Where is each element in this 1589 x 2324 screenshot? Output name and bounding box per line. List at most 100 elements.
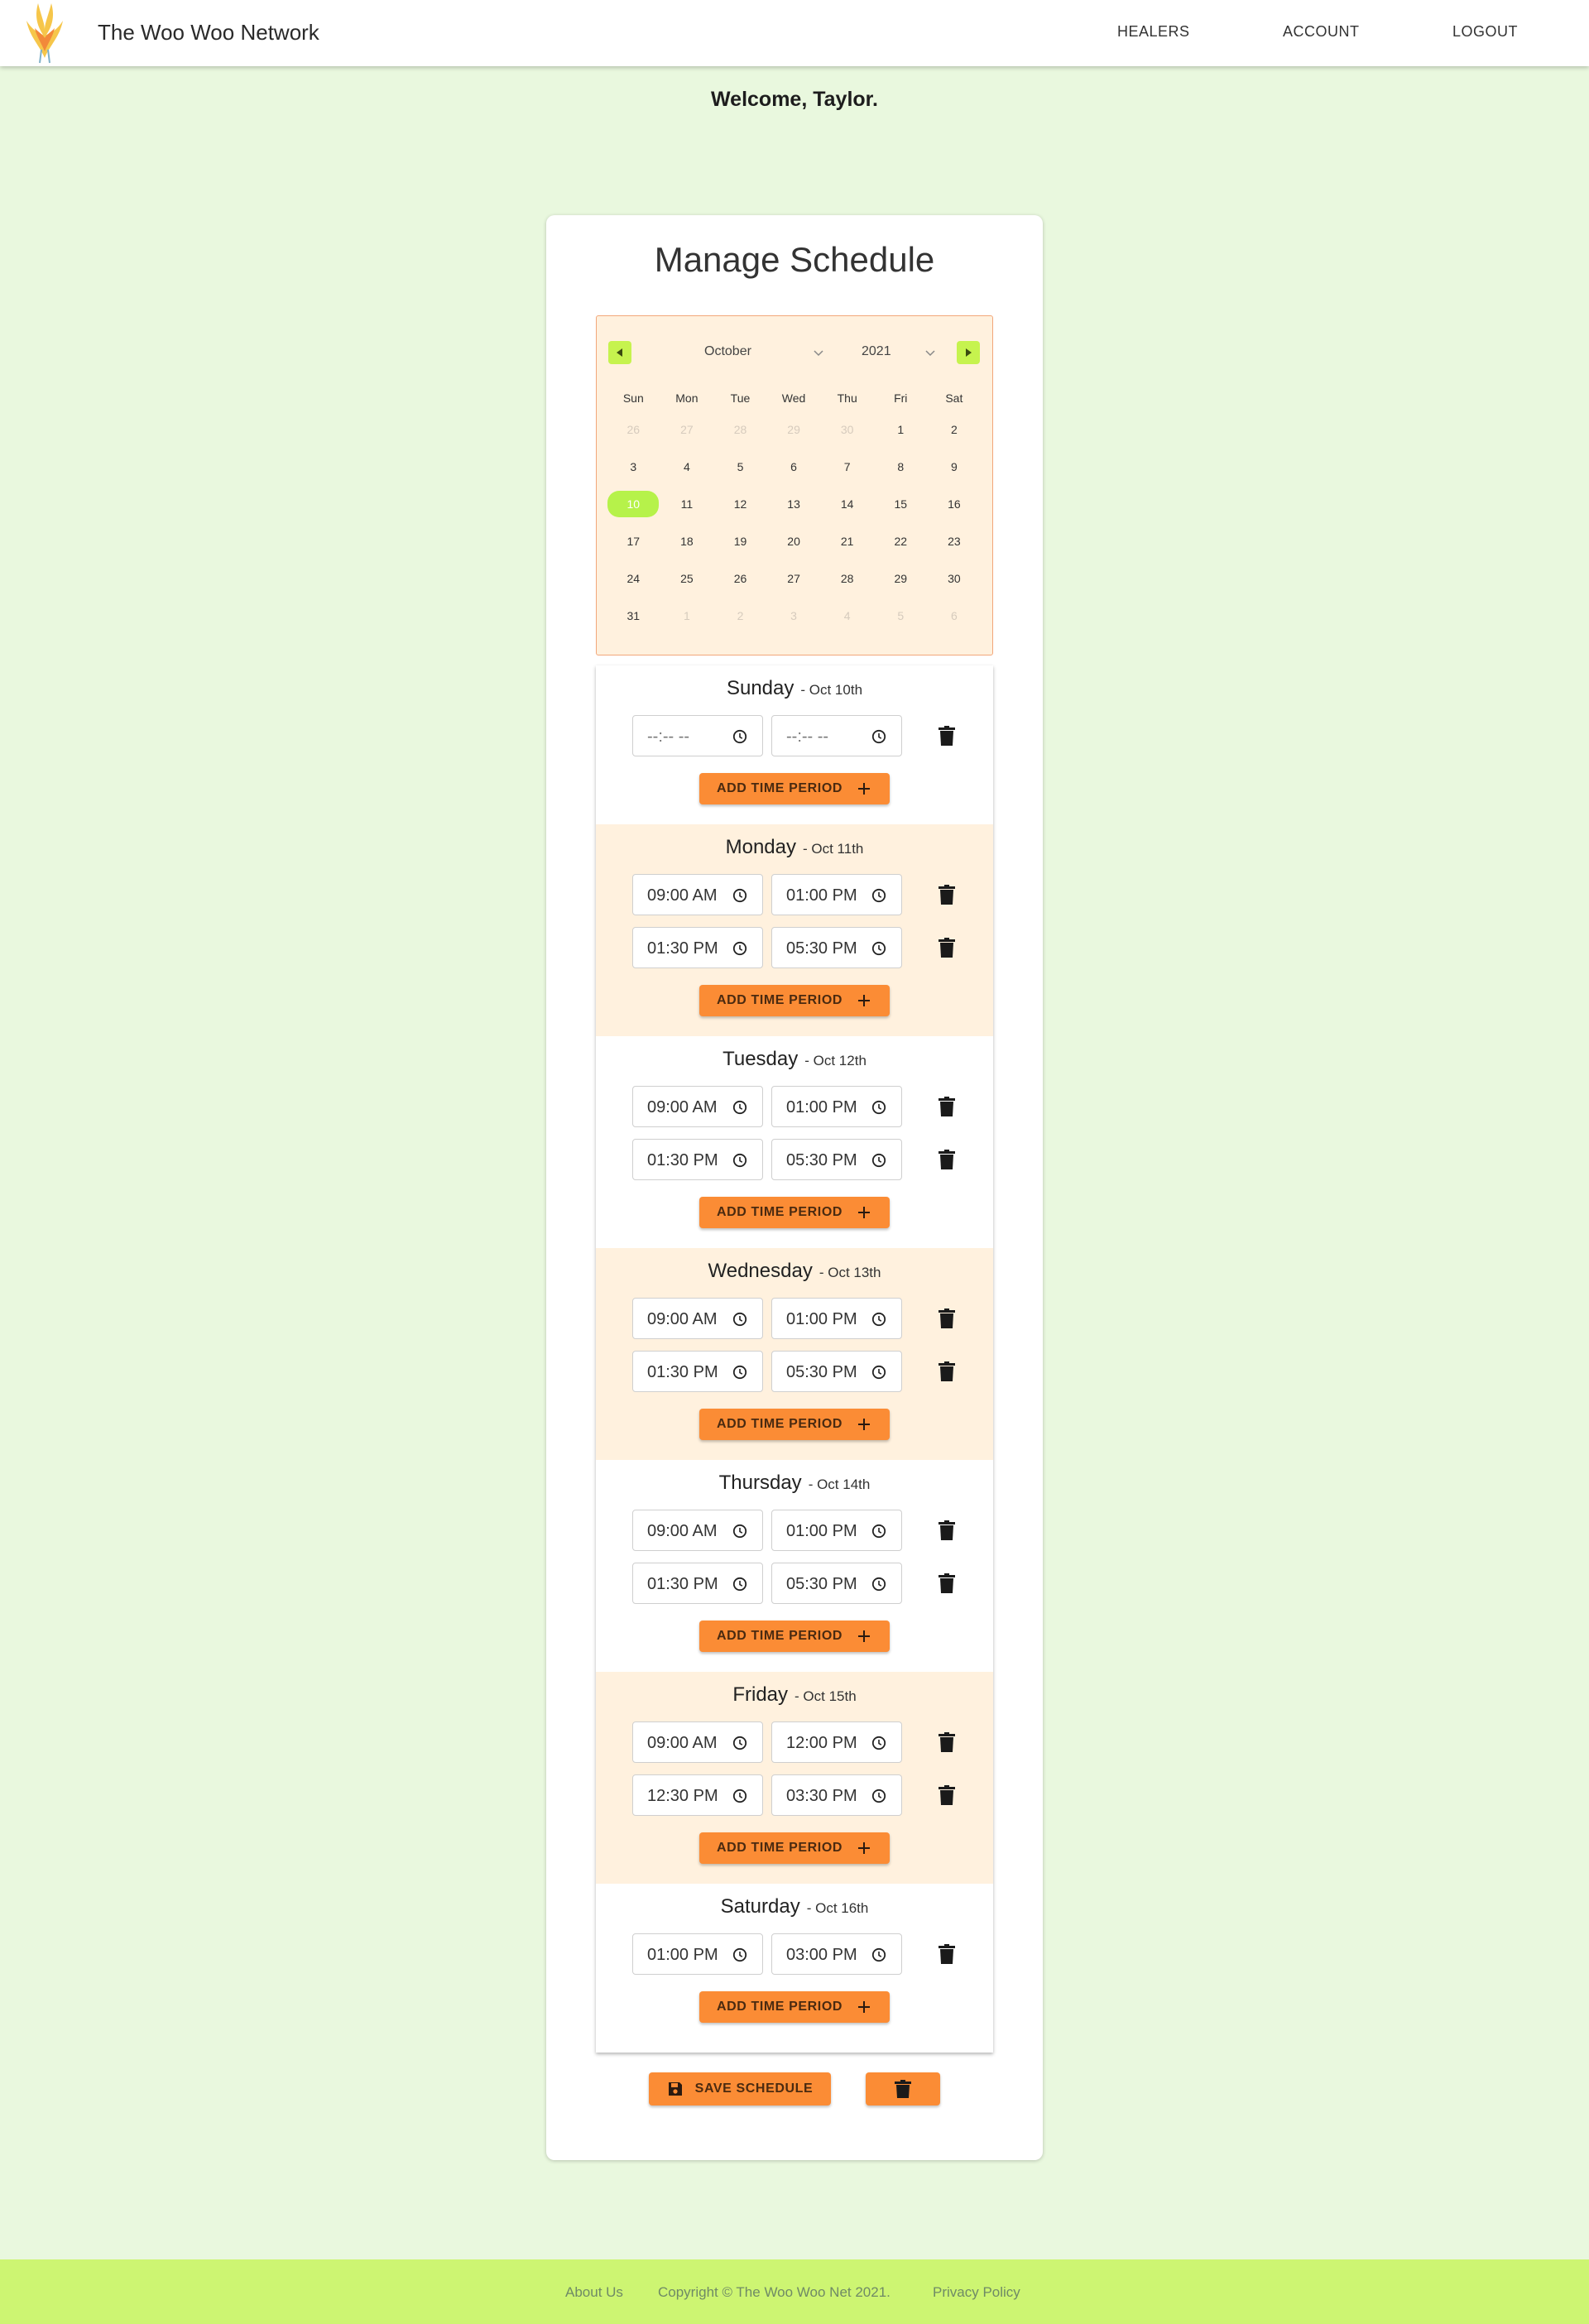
delete-period-trash-icon[interactable] xyxy=(937,1149,957,1170)
add-time-period-button[interactable]: ADD TIME PERIOD xyxy=(699,1197,890,1228)
end-time-input[interactable]: 01:00 PM xyxy=(771,1298,902,1339)
clock-icon[interactable] xyxy=(732,1736,747,1750)
delete-period-trash-icon[interactable] xyxy=(937,725,957,747)
clock-icon[interactable] xyxy=(871,941,886,956)
calendar-day-outside[interactable]: 1 xyxy=(660,597,714,634)
calendar-day[interactable]: 11 xyxy=(660,485,714,522)
start-time-input[interactable]: 09:00 AM xyxy=(632,1510,763,1551)
calendar-day-outside[interactable]: 6 xyxy=(928,597,982,634)
clock-icon[interactable] xyxy=(732,1312,747,1327)
about-us-link[interactable]: About Us xyxy=(565,2284,623,2301)
clock-icon[interactable] xyxy=(732,729,747,744)
calendar-day[interactable]: 31 xyxy=(607,597,660,634)
clock-icon[interactable] xyxy=(871,729,886,744)
clock-icon[interactable] xyxy=(732,1100,747,1115)
end-time-input[interactable]: 05:30 PM xyxy=(771,927,902,968)
next-month-button[interactable] xyxy=(957,341,980,364)
calendar-day[interactable]: 9 xyxy=(928,448,982,485)
clock-icon[interactable] xyxy=(732,1365,747,1380)
delete-period-trash-icon[interactable] xyxy=(937,884,957,905)
calendar-day[interactable]: 15 xyxy=(874,485,928,522)
start-time-input[interactable]: 01:30 PM xyxy=(632,1351,763,1392)
clock-icon[interactable] xyxy=(732,888,747,903)
calendar-day-outside[interactable]: 30 xyxy=(820,411,874,448)
clock-icon[interactable] xyxy=(732,1153,747,1168)
end-time-input[interactable]: 05:30 PM xyxy=(771,1139,902,1180)
delete-period-trash-icon[interactable] xyxy=(937,1361,957,1382)
calendar-day[interactable]: 7 xyxy=(820,448,874,485)
delete-period-trash-icon[interactable] xyxy=(937,937,957,958)
calendar-day-outside[interactable]: 26 xyxy=(607,411,660,448)
calendar-day[interactable]: 17 xyxy=(607,522,660,559)
end-time-input[interactable]: 03:00 PM xyxy=(771,1933,902,1975)
nav-logout[interactable]: LOGOUT xyxy=(1452,23,1518,41)
clock-icon[interactable] xyxy=(871,1789,886,1803)
calendar-day[interactable]: 3 xyxy=(607,448,660,485)
delete-period-trash-icon[interactable] xyxy=(937,1784,957,1806)
calendar-day-outside[interactable]: 27 xyxy=(660,411,714,448)
calendar-day[interactable]: 1 xyxy=(874,411,928,448)
calendar-day-outside[interactable]: 4 xyxy=(820,597,874,634)
calendar-day[interactable]: 12 xyxy=(713,485,767,522)
calendar-day[interactable]: 25 xyxy=(660,559,714,597)
save-schedule-button[interactable]: SAVE SCHEDULE xyxy=(649,2072,831,2106)
calendar-day-outside[interactable]: 28 xyxy=(713,411,767,448)
clock-icon[interactable] xyxy=(871,1524,886,1539)
chevron-down-icon[interactable] xyxy=(812,346,825,359)
clock-icon[interactable] xyxy=(732,1524,747,1539)
calendar-day-outside[interactable]: 5 xyxy=(874,597,928,634)
clock-icon[interactable] xyxy=(732,941,747,956)
calendar-day[interactable]: 28 xyxy=(820,559,874,597)
end-time-input[interactable]: 01:00 PM xyxy=(771,874,902,915)
delete-period-trash-icon[interactable] xyxy=(937,1096,957,1117)
end-time-input[interactable]: --:-- -- xyxy=(771,715,902,756)
month-select[interactable]: October xyxy=(704,344,751,359)
calendar-day[interactable]: 13 xyxy=(767,485,821,522)
add-time-period-button[interactable]: ADD TIME PERIOD xyxy=(699,985,890,1016)
calendar-day[interactable]: 30 xyxy=(928,559,982,597)
chevron-down-icon[interactable] xyxy=(924,346,937,359)
clock-icon[interactable] xyxy=(871,1947,886,1962)
start-time-input[interactable]: 09:00 AM xyxy=(632,1086,763,1127)
add-time-period-button[interactable]: ADD TIME PERIOD xyxy=(699,1409,890,1440)
calendar-day[interactable]: 27 xyxy=(767,559,821,597)
start-time-input[interactable]: --:-- -- xyxy=(632,715,763,756)
clock-icon[interactable] xyxy=(732,1789,747,1803)
nav-healers[interactable]: HEALERS xyxy=(1117,23,1190,41)
add-time-period-button[interactable]: ADD TIME PERIOD xyxy=(699,773,890,804)
calendar-day-outside[interactable]: 29 xyxy=(767,411,821,448)
calendar-day[interactable]: 18 xyxy=(660,522,714,559)
add-time-period-button[interactable]: ADD TIME PERIOD xyxy=(699,1621,890,1652)
delete-period-trash-icon[interactable] xyxy=(937,1308,957,1329)
calendar-day[interactable]: 14 xyxy=(820,485,874,522)
calendar-day[interactable]: 16 xyxy=(928,485,982,522)
delete-schedule-button[interactable] xyxy=(866,2072,940,2106)
start-time-input[interactable]: 09:00 AM xyxy=(632,1298,763,1339)
delete-period-trash-icon[interactable] xyxy=(937,1731,957,1753)
calendar-day-outside[interactable]: 2 xyxy=(713,597,767,634)
clock-icon[interactable] xyxy=(871,1365,886,1380)
clock-icon[interactable] xyxy=(732,1947,747,1962)
brand-title[interactable]: The Woo Woo Network xyxy=(98,20,319,46)
calendar-day[interactable]: 22 xyxy=(874,522,928,559)
calendar-day[interactable]: 24 xyxy=(607,559,660,597)
calendar-day[interactable]: 6 xyxy=(767,448,821,485)
calendar-day[interactable]: 20 xyxy=(767,522,821,559)
calendar-day[interactable]: 26 xyxy=(713,559,767,597)
delete-period-trash-icon[interactable] xyxy=(937,1520,957,1541)
start-time-input[interactable]: 09:00 AM xyxy=(632,1721,763,1763)
end-time-input[interactable]: 03:30 PM xyxy=(771,1774,902,1816)
delete-period-trash-icon[interactable] xyxy=(937,1943,957,1965)
end-time-input[interactable]: 01:00 PM xyxy=(771,1086,902,1127)
end-time-input[interactable]: 12:00 PM xyxy=(771,1721,902,1763)
calendar-day[interactable]: 4 xyxy=(660,448,714,485)
clock-icon[interactable] xyxy=(871,888,886,903)
start-time-input[interactable]: 01:30 PM xyxy=(632,927,763,968)
end-time-input[interactable]: 01:00 PM xyxy=(771,1510,902,1551)
calendar-day[interactable]: 21 xyxy=(820,522,874,559)
clock-icon[interactable] xyxy=(871,1100,886,1115)
nav-account[interactable]: ACCOUNT xyxy=(1283,23,1360,41)
calendar-day-outside[interactable]: 3 xyxy=(767,597,821,634)
calendar-day-selected[interactable]: 10 xyxy=(607,485,660,522)
calendar-day[interactable]: 29 xyxy=(874,559,928,597)
